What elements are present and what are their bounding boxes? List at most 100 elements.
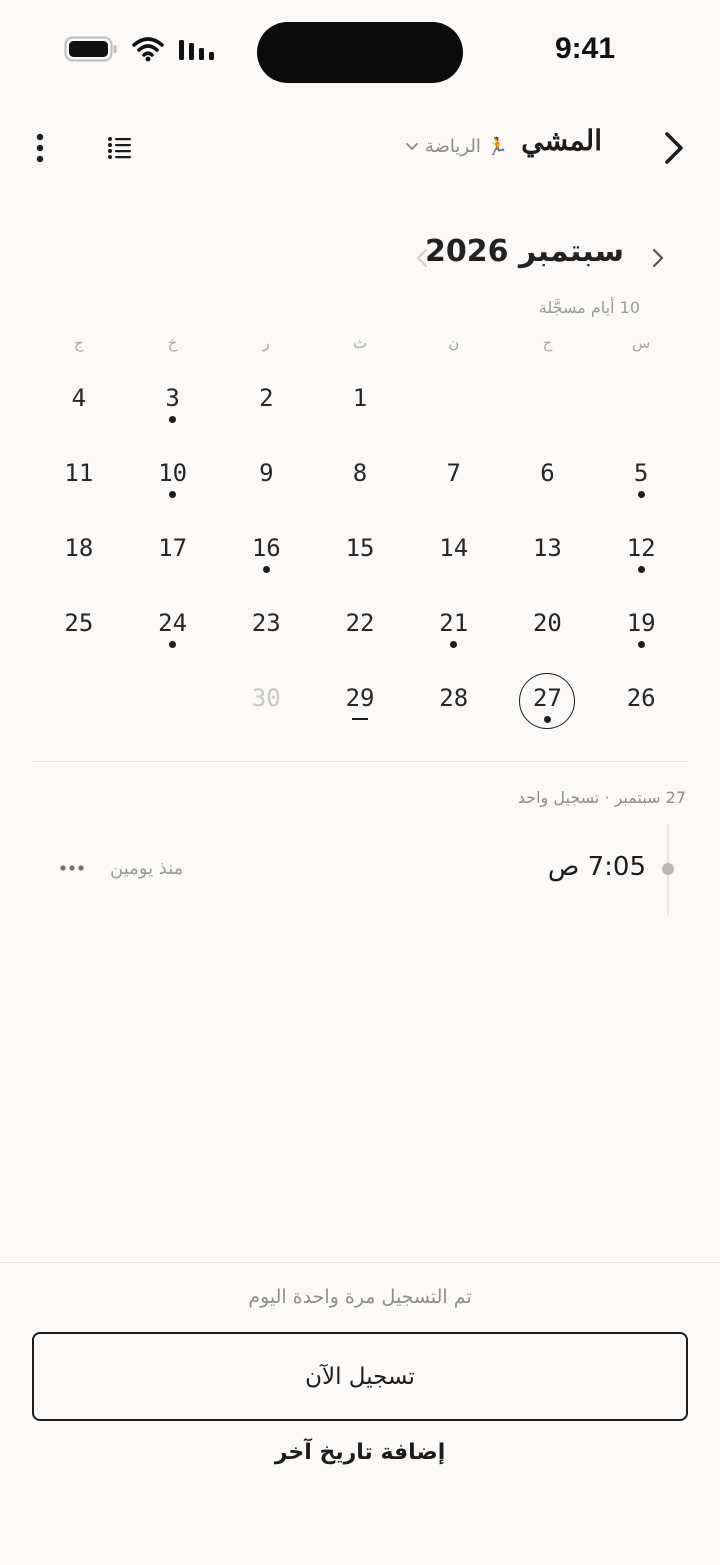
log-entry-time: 7:05 ص (547, 852, 646, 882)
calendar-day[interactable]: 20 (501, 585, 595, 660)
battery-icon (64, 36, 117, 62)
logged-day-dot (169, 641, 177, 648)
logged-days-count: 10 أيام مسجَّلة (538, 298, 640, 317)
calendar-day-number: 17 (158, 533, 188, 562)
status-bar: 9:41 (0, 0, 720, 100)
calendar-day[interactable]: 27 (501, 660, 595, 735)
wifi-icon (132, 37, 164, 62)
calendar-day[interactable]: 16 (219, 510, 313, 585)
calendar-day[interactable]: 15 (313, 510, 407, 585)
calendar-day[interactable]: 14 (407, 510, 501, 585)
logged-today-status: تم التسجيل مرة واحدة اليوم (248, 1286, 472, 1308)
chevron-down-icon (406, 142, 418, 150)
category-label: الرياضة (424, 136, 481, 157)
selected-day-summary: 27 سبتمبر · تسجيل واحد (517, 788, 686, 807)
calendar-day[interactable]: 17 (126, 510, 220, 585)
calendar-day[interactable]: 25 (32, 585, 126, 660)
next-month-button[interactable] (404, 240, 440, 276)
more-vertical-icon (36, 133, 44, 163)
calendar-day[interactable]: 24 (126, 585, 220, 660)
weekday-label: ث (352, 334, 368, 352)
weekday-label: ر (262, 334, 270, 352)
calendar-day-number: 12 (626, 533, 656, 562)
logged-day-dot (637, 566, 645, 573)
calendar-day[interactable]: 6 (501, 435, 595, 510)
calendar-empty-cell (407, 360, 501, 435)
calendar-grid: 1 2 3 4 5 6 7 8 9 10 11 12 13 14 15 16 17 18 19 20 21 22 23 24 2… (32, 360, 688, 735)
calendar-day[interactable]: 1 (313, 360, 407, 435)
calendar-day[interactable]: 28 (407, 660, 501, 735)
section-divider (32, 761, 688, 762)
calendar-day-number: 18 (64, 533, 94, 562)
logged-day-dot (262, 566, 270, 573)
back-button[interactable] (652, 126, 696, 170)
weekday-label: ج (74, 334, 84, 352)
calendar-day[interactable]: 30 (219, 660, 313, 735)
previous-month-button[interactable] (640, 240, 676, 276)
calendar-day-number: 16 (251, 533, 281, 562)
calendar-day[interactable]: 7 (407, 435, 501, 510)
calendar-day-number: 15 (345, 533, 375, 562)
weekday-header: س ح ن ث ر خ ج (32, 334, 688, 352)
status-time: 9:41 (554, 32, 616, 65)
calendar-day[interactable]: 10 (126, 435, 220, 510)
month-title: سبتمبر 2026 (425, 234, 624, 269)
calendar-day[interactable]: 21 (407, 585, 501, 660)
page-title: المشي (521, 124, 602, 157)
list-view-button[interactable] (100, 128, 140, 168)
calendar-day[interactable]: 5 (594, 435, 688, 510)
logged-day-dot (637, 491, 645, 498)
calendar-day[interactable]: 18 (32, 510, 126, 585)
calendar-day-number: 7 (446, 458, 461, 487)
calendar-day-number: 19 (626, 608, 656, 637)
calendar-day[interactable]: 12 (594, 510, 688, 585)
calendar-day-number: 28 (439, 683, 469, 712)
more-options-button[interactable] (24, 128, 56, 168)
log-entry-more-button[interactable] (56, 852, 88, 884)
log-entry-relative-time: منذ يومين (110, 858, 184, 879)
calendar-empty-cell (594, 360, 688, 435)
calendar-day-number: 23 (251, 608, 281, 637)
weekday-label: ن (448, 334, 460, 352)
list-icon (108, 137, 131, 159)
calendar-day[interactable]: 11 (32, 435, 126, 510)
cellular-signal-icon (179, 40, 214, 60)
more-horizontal-icon (60, 865, 84, 871)
calendar-day-number: 20 (532, 608, 562, 637)
logged-day-dot (450, 641, 458, 648)
timeline-dot (662, 863, 674, 875)
calendar-day[interactable]: 13 (501, 510, 595, 585)
month-next-icon (416, 248, 428, 268)
calendar-day[interactable]: 8 (313, 435, 407, 510)
weekday-label: خ (167, 334, 178, 352)
calendar-day-number: 8 (352, 458, 368, 487)
status-icons (64, 36, 216, 62)
logged-day-dot (543, 716, 551, 723)
logged-day-dot (169, 491, 177, 498)
runner-icon: 🏃 (486, 136, 508, 157)
dynamic-island (257, 22, 463, 83)
calendar-day-number: 21 (439, 608, 469, 637)
calendar-day[interactable]: 3 (126, 360, 220, 435)
category-selector[interactable]: 🏃 الرياضة (405, 136, 508, 157)
calendar-day[interactable]: 26 (594, 660, 688, 735)
top-navigation: المشي 🏃 الرياضة (0, 110, 720, 186)
calendar-day[interactable]: 4 (32, 360, 126, 435)
calendar-day-number: 14 (439, 533, 469, 562)
calendar-day-number: 3 (165, 383, 180, 412)
log-now-button[interactable]: تسجيل الآن (32, 1332, 688, 1421)
calendar-day[interactable]: 23 (219, 585, 313, 660)
logged-day-dot (169, 416, 177, 423)
calendar-day-number: 22 (345, 608, 375, 637)
calendar-day[interactable]: 2 (219, 360, 313, 435)
add-another-date-button[interactable]: إضافة تاريخ آخر (0, 1440, 720, 1465)
calendar-day-number: 4 (71, 383, 87, 412)
today-marker (352, 718, 368, 720)
calendar-day[interactable]: 22 (313, 585, 407, 660)
calendar-day[interactable]: 29 (313, 660, 407, 735)
calendar-day-number: 13 (532, 533, 562, 562)
calendar-day[interactable]: 19 (594, 585, 688, 660)
calendar-day[interactable]: 9 (219, 435, 313, 510)
calendar-day-number: 10 (158, 458, 188, 487)
calendar-empty-cell (501, 360, 595, 435)
